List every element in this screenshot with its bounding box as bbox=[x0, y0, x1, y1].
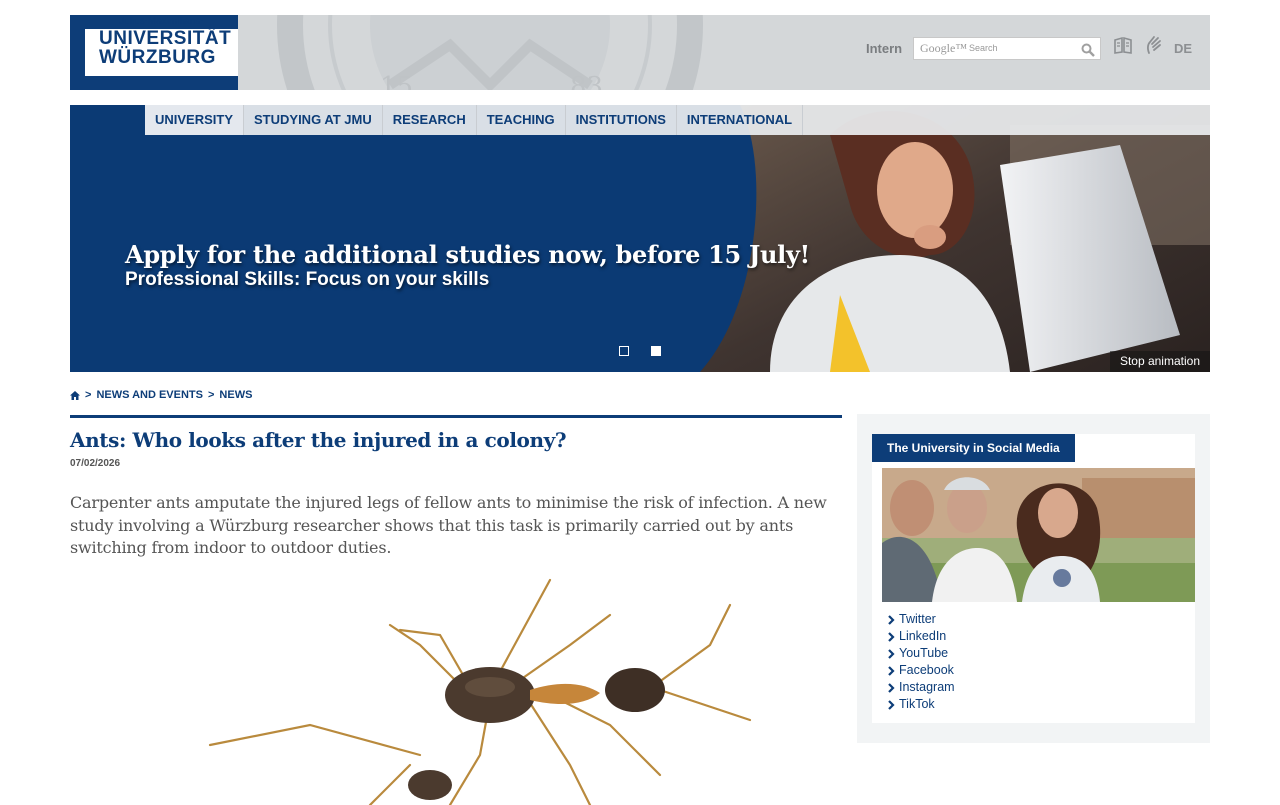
easy-language-icon[interactable] bbox=[1113, 35, 1133, 55]
chevron-right-icon bbox=[888, 614, 895, 625]
chevron-right-icon bbox=[888, 648, 895, 659]
chevron-right-icon bbox=[888, 665, 895, 676]
logo-tagline: Julius-Maximilians- bbox=[119, 16, 204, 27]
social-link-label: YouTube bbox=[899, 646, 949, 660]
nav-item-teaching[interactable]: TEACHING bbox=[477, 105, 566, 135]
social-link-label: Instagram bbox=[899, 680, 955, 694]
breadcrumb: > NEWS AND EVENTS > NEWS bbox=[70, 389, 252, 401]
search-input[interactable] bbox=[919, 40, 1079, 57]
chevron-right-icon bbox=[888, 699, 895, 710]
search-icon[interactable] bbox=[1081, 43, 1095, 57]
chevron-right-icon bbox=[888, 631, 895, 642]
breadcrumb-separator: > bbox=[207, 389, 215, 401]
intern-link[interactable]: Intern bbox=[866, 41, 902, 56]
search-box[interactable]: Google™ Search bbox=[913, 37, 1101, 60]
social-link-facebook[interactable]: Facebook bbox=[886, 662, 955, 679]
slide-indicator-1[interactable] bbox=[619, 346, 629, 356]
social-link-twitter[interactable]: Twitter bbox=[886, 611, 955, 628]
nav-item-studying[interactable]: STUDYING AT JMU bbox=[244, 105, 383, 135]
breadcrumb-news[interactable]: NEWS bbox=[219, 389, 252, 401]
slide-indicator-2[interactable] bbox=[651, 346, 661, 356]
nav-item-international[interactable]: INTERNATIONAL bbox=[677, 105, 804, 135]
article-date: 07/02/2026 bbox=[70, 458, 121, 469]
social-link-label: TikTok bbox=[899, 697, 935, 711]
article-title: Ants: Who looks after the injured in a c… bbox=[70, 428, 567, 452]
main-navigation: UNIVERSITY STUDYING AT JMU RESEARCH TEAC… bbox=[145, 105, 1210, 135]
chevron-right-icon bbox=[888, 682, 895, 693]
nav-item-institutions[interactable]: INSTITUTIONS bbox=[566, 105, 677, 135]
language-switch[interactable]: DE bbox=[1174, 41, 1192, 56]
social-media-links: Twitter LinkedIn YouTube Facebook Instag… bbox=[886, 611, 955, 713]
university-seal-watermark: 15 83 bbox=[277, 15, 703, 90]
home-icon[interactable] bbox=[70, 390, 80, 400]
social-link-tiktok[interactable]: TikTok bbox=[886, 696, 955, 713]
stop-animation-button[interactable]: Stop animation bbox=[1109, 351, 1210, 372]
social-media-card: The University in Social Media Twitter L… bbox=[872, 434, 1195, 723]
logo-line-2: WÜRZBURG bbox=[99, 47, 216, 68]
svg-text:83: 83 bbox=[570, 72, 603, 90]
breadcrumb-news-and-events[interactable]: NEWS AND EVENTS bbox=[96, 389, 203, 401]
nav-item-research[interactable]: RESEARCH bbox=[383, 105, 477, 135]
hero-headline[interactable]: Apply for the additional studies now, be… bbox=[125, 240, 810, 269]
article-top-rule bbox=[70, 415, 842, 418]
university-logo[interactable]: Julius-Maximilians- UNIVERSITÄT WÜRZBURG bbox=[70, 15, 238, 90]
breadcrumb-separator: > bbox=[85, 389, 92, 401]
social-media-heading: The University in Social Media bbox=[872, 434, 1075, 462]
article-image-ant bbox=[208, 578, 752, 805]
social-media-sidebar: The University in Social Media Twitter L… bbox=[857, 414, 1210, 743]
svg-text:15: 15 bbox=[380, 72, 413, 90]
social-link-label: LinkedIn bbox=[899, 629, 947, 643]
sign-language-icon[interactable] bbox=[1144, 35, 1164, 55]
social-link-youtube[interactable]: YouTube bbox=[886, 645, 955, 662]
social-link-label: Twitter bbox=[899, 612, 936, 626]
hero-banner: UNIVERSITY STUDYING AT JMU RESEARCH TEAC… bbox=[70, 105, 1210, 372]
site-header: 15 83 Julius-Maximilians- UNIVERSITÄT WÜ… bbox=[70, 15, 1210, 90]
article-lead: Carpenter ants amputate the injured legs… bbox=[70, 493, 827, 557]
hero-subline: Professional Skills: Focus on your skill… bbox=[125, 269, 490, 290]
social-link-linkedin[interactable]: LinkedIn bbox=[886, 628, 955, 645]
nav-item-university[interactable]: UNIVERSITY bbox=[145, 105, 245, 135]
hero-photo-student-laptop bbox=[70, 105, 1210, 372]
social-media-photo bbox=[882, 468, 1195, 602]
social-link-label: Facebook bbox=[899, 663, 954, 677]
social-link-instagram[interactable]: Instagram bbox=[886, 679, 955, 696]
